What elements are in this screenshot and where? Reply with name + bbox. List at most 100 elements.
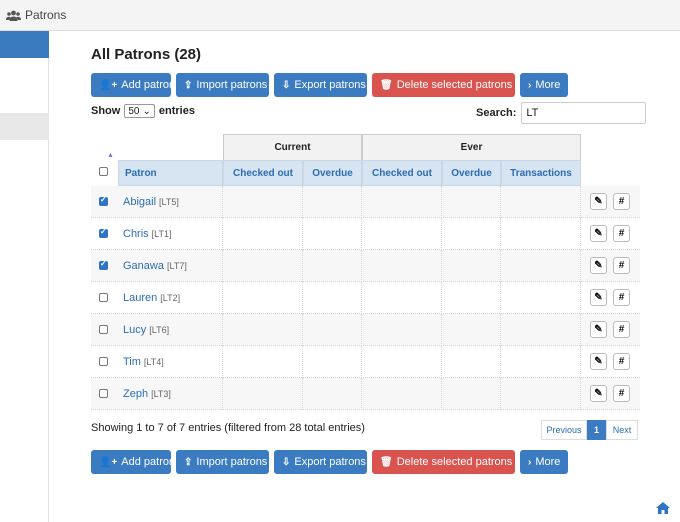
table-cell	[442, 282, 501, 314]
row-select-checkbox[interactable]	[99, 195, 108, 206]
table-cell	[442, 186, 501, 218]
add-patron-button[interactable]: 👤+ Add patron	[91, 73, 175, 97]
patron-link[interactable]: Chris [LT1]	[123, 228, 172, 240]
previous-page-button[interactable]: Previous	[541, 420, 587, 440]
table-cell	[223, 346, 303, 378]
import-patrons-button-bottom[interactable]: ⇪ Import patrons	[176, 450, 269, 474]
row-select-checkbox[interactable]	[99, 227, 108, 238]
table-cell	[362, 218, 442, 250]
patron-link[interactable]: Tim [LT4]	[123, 356, 164, 368]
table-cell	[501, 186, 581, 218]
column-header-current-checked-out[interactable]: Checked out	[223, 160, 303, 186]
top-bar: Patrons	[0, 0, 680, 31]
hash-icon[interactable]: #	[613, 321, 630, 338]
more-button[interactable]: › More	[520, 73, 568, 97]
delete-selected-button[interactable]: 🗑 Delete selected patrons (3)	[372, 73, 529, 97]
search-input[interactable]: LT	[521, 102, 647, 124]
patron-card-number: [LT5]	[159, 197, 179, 207]
table-cell	[501, 218, 581, 250]
patron-name[interactable]: Ganawa	[123, 260, 164, 272]
patron-name[interactable]: Abigail	[123, 196, 156, 208]
home-icon[interactable]	[656, 502, 670, 514]
breadcrumb[interactable]: Patrons	[6, 8, 66, 22]
hash-icon[interactable]: #	[613, 385, 630, 402]
export-patrons-button-bottom[interactable]: ⇩ Export patrons	[274, 450, 367, 474]
row-select-checkbox[interactable]	[99, 293, 108, 302]
table-cell	[303, 314, 362, 346]
hash-icon[interactable]: #	[613, 257, 630, 274]
chevron-right-icon: ›	[528, 456, 532, 468]
patron-name[interactable]: Zeph	[123, 388, 148, 400]
patron-link[interactable]: Abigail [LT5]	[123, 196, 179, 208]
column-header-patron[interactable]: Patron	[118, 160, 223, 186]
table-cell	[223, 218, 303, 250]
edit-pencil-icon[interactable]: ✎	[590, 193, 607, 210]
next-page-button[interactable]: Next	[606, 420, 638, 440]
edit-pencil-icon[interactable]: ✎	[590, 385, 607, 402]
edit-pencil-icon[interactable]: ✎	[590, 289, 607, 306]
table-cell	[501, 314, 581, 346]
edit-pencil-icon[interactable]: ✎	[590, 321, 607, 338]
column-header-ever-checked-out[interactable]: Checked out	[362, 160, 442, 186]
table-cell	[501, 378, 581, 410]
page-title: All Patrons (28)	[91, 46, 202, 63]
group-header-current: Current	[223, 134, 362, 160]
patron-name[interactable]: Chris	[123, 228, 149, 240]
table-cell	[442, 346, 501, 378]
column-header-ever-overdue[interactable]: Overdue	[442, 160, 501, 186]
table-cell	[362, 314, 442, 346]
table-cell	[223, 282, 303, 314]
pagination: Previous 1 Next	[541, 420, 638, 440]
table-row: Lucy [LT6] ✎ #	[91, 314, 640, 346]
sidebar-item-active[interactable]	[0, 31, 49, 58]
breadcrumb-label: Patrons	[25, 8, 67, 22]
page-1-button[interactable]: 1	[587, 420, 606, 440]
patron-name[interactable]: Tim	[123, 356, 141, 368]
table-cell	[362, 346, 442, 378]
hash-icon[interactable]: #	[613, 193, 630, 210]
table-cell	[362, 250, 442, 282]
table-cell	[303, 186, 362, 218]
table-cell	[303, 282, 362, 314]
edit-pencil-icon[interactable]: ✎	[590, 225, 607, 242]
table-cell	[223, 250, 303, 282]
select-all-checkbox[interactable]	[99, 167, 108, 176]
row-select-checkbox[interactable]	[99, 357, 108, 366]
hash-icon[interactable]: #	[613, 353, 630, 370]
table-cell	[442, 378, 501, 410]
patron-link[interactable]: Ganawa [LT7]	[123, 260, 187, 272]
import-patrons-button[interactable]: ⇪ Import patrons	[176, 73, 269, 97]
table-cell	[442, 250, 501, 282]
patron-card-number: [LT2]	[160, 293, 181, 303]
sort-asc-icon: ▲	[107, 152, 114, 159]
table-row: Tim [LT4] ✎ #	[91, 346, 640, 378]
edit-pencil-icon[interactable]: ✎	[590, 353, 607, 370]
hash-icon[interactable]: #	[613, 289, 630, 306]
patron-card-number: [LT3]	[151, 389, 171, 399]
more-button-bottom[interactable]: › More	[520, 450, 568, 474]
sidebar-item-highlight[interactable]	[0, 113, 49, 140]
table-cell	[223, 314, 303, 346]
hash-icon[interactable]: #	[613, 225, 630, 242]
patron-link[interactable]: Lucy [LT6]	[123, 324, 169, 336]
row-select-checkbox[interactable]	[99, 259, 108, 270]
add-patron-button-bottom[interactable]: 👤+ Add patron	[91, 450, 175, 474]
delete-selected-button-bottom[interactable]: 🗑 Delete selected patrons (3)	[372, 450, 529, 474]
column-header-current-overdue[interactable]: Overdue	[303, 160, 362, 186]
table-cell	[362, 282, 442, 314]
column-header-transactions[interactable]: Transactions	[501, 160, 581, 186]
table-cell	[303, 346, 362, 378]
patron-link[interactable]: Zeph [LT3]	[123, 388, 171, 400]
table-cell	[223, 378, 303, 410]
edit-pencil-icon[interactable]: ✎	[590, 257, 607, 274]
page-length-select[interactable]: 50 ⌄	[124, 104, 155, 118]
patron-link[interactable]: Lauren [LT2]	[123, 292, 180, 304]
patron-card-number: [LT4]	[143, 357, 164, 367]
table-cell	[362, 186, 442, 218]
patron-name[interactable]: Lauren	[123, 292, 157, 304]
export-patrons-button[interactable]: ⇩ Export patrons	[274, 73, 367, 97]
row-select-checkbox[interactable]	[99, 325, 108, 334]
row-select-checkbox[interactable]	[99, 389, 108, 398]
patron-name[interactable]: Lucy	[123, 324, 146, 336]
table-info: Showing 1 to 7 of 7 entries (filtered fr…	[91, 422, 365, 434]
